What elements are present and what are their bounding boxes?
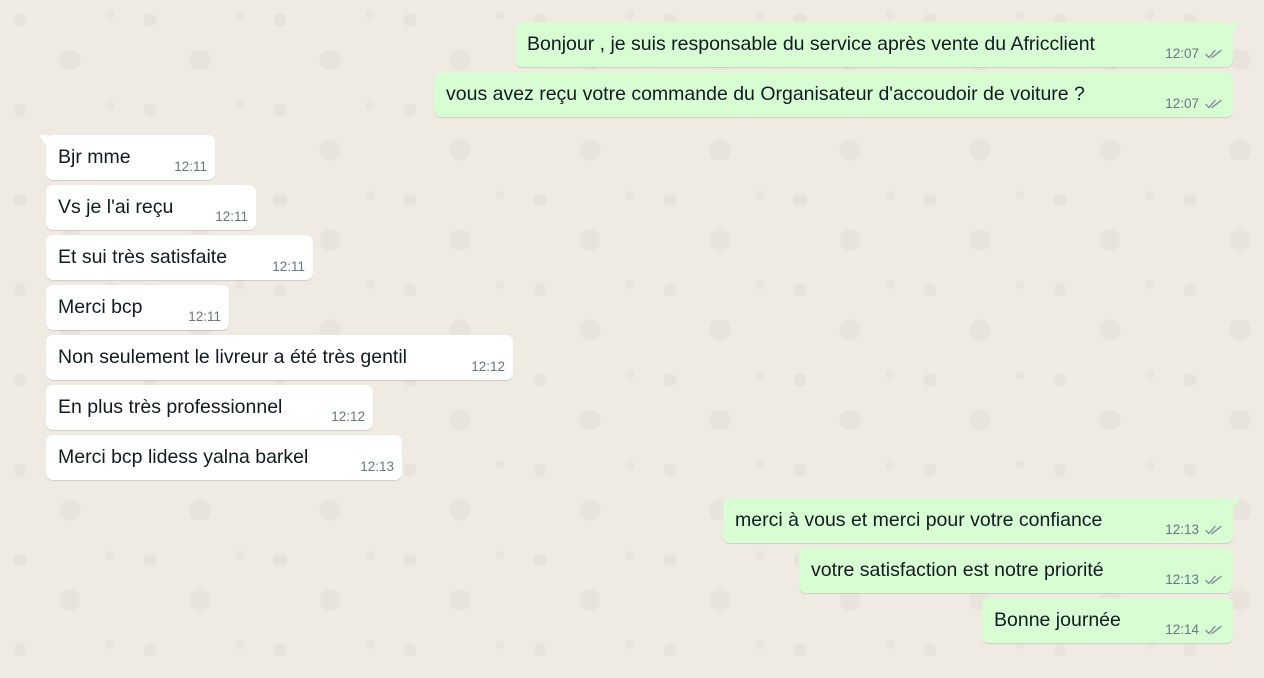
message-meta: 12:13 xyxy=(360,460,394,474)
message-text: votre satisfaction est notre priorité xyxy=(811,559,1104,581)
message-meta: 12:11 xyxy=(188,310,221,324)
message-outgoing[interactable]: merci à vous et merci pour votre confian… xyxy=(723,498,1240,543)
message-time: 12:13 xyxy=(1165,572,1199,587)
message-time: 12:12 xyxy=(471,359,505,374)
message-text: Merci bcp xyxy=(58,296,143,318)
message-incoming[interactable]: Merci bcp lidess yalna barkel 12:13 xyxy=(46,435,402,480)
message-meta: 12:13 xyxy=(1165,523,1223,537)
message-time: 12:11 xyxy=(174,159,207,174)
message-meta: 12:12 xyxy=(471,360,505,374)
message-time: 12:07 xyxy=(1165,96,1199,111)
message-incoming[interactable]: Merci bcp 12:11 xyxy=(46,285,229,330)
message-meta: 12:07 xyxy=(1165,97,1223,111)
message-time: 12:11 xyxy=(188,309,221,324)
message-text: Non seulement le livreur a été très gent… xyxy=(58,346,408,368)
message-incoming[interactable]: Et sui très satisfaite 12:11 xyxy=(46,235,313,280)
message-meta: 12:11 xyxy=(272,260,305,274)
message-text: merci à vous et merci pour votre confian… xyxy=(735,509,1103,531)
message-meta: 12:11 xyxy=(215,210,248,224)
message-time: 12:12 xyxy=(331,409,365,424)
message-text: Bonne journée xyxy=(994,609,1121,631)
message-meta: 12:07 xyxy=(1165,47,1223,61)
message-text: Bjr mme xyxy=(58,146,131,168)
read-double-check-icon xyxy=(1205,525,1222,535)
message-time: 12:07 xyxy=(1165,46,1199,61)
read-double-check-icon xyxy=(1205,99,1222,109)
message-incoming[interactable]: Non seulement le livreur a été très gent… xyxy=(46,335,513,380)
message-meta: 12:11 xyxy=(174,160,207,174)
message-time: 12:11 xyxy=(272,259,305,274)
message-meta: 12:13 xyxy=(1165,573,1223,587)
message-time: 12:14 xyxy=(1165,622,1199,637)
message-outgoing[interactable]: Bonjour , je suis responsable du service… xyxy=(515,22,1240,67)
message-incoming[interactable]: Bjr mme 12:11 xyxy=(39,135,215,180)
chat-conversation: Bonjour , je suis responsable du service… xyxy=(0,0,1264,678)
message-text: vous avez reçu votre commande du Organis… xyxy=(446,83,1085,105)
message-outgoing[interactable]: Bonne journée 12:14 xyxy=(982,598,1233,643)
message-time: 12:13 xyxy=(360,459,394,474)
message-outgoing[interactable]: vous avez reçu votre commande du Organis… xyxy=(434,72,1233,117)
read-double-check-icon xyxy=(1205,575,1222,585)
message-text: En plus très professionnel xyxy=(58,396,283,418)
message-incoming[interactable]: En plus très professionnel 12:12 xyxy=(46,385,373,430)
message-time: 12:13 xyxy=(1165,522,1199,537)
message-time: 12:11 xyxy=(215,209,248,224)
message-text: Et sui très satisfaite xyxy=(58,246,228,268)
read-double-check-icon xyxy=(1205,49,1222,59)
message-text: Bonjour , je suis responsable du service… xyxy=(527,33,1095,55)
message-text: Vs je l'ai reçu xyxy=(58,196,174,218)
message-meta: 12:14 xyxy=(1165,623,1223,637)
message-meta: 12:12 xyxy=(331,410,365,424)
message-text: Merci bcp lidess yalna barkel xyxy=(58,446,309,468)
read-double-check-icon xyxy=(1205,625,1222,635)
message-incoming[interactable]: Vs je l'ai reçu 12:11 xyxy=(46,185,256,230)
message-outgoing[interactable]: votre satisfaction est notre priorité 12… xyxy=(799,548,1233,593)
